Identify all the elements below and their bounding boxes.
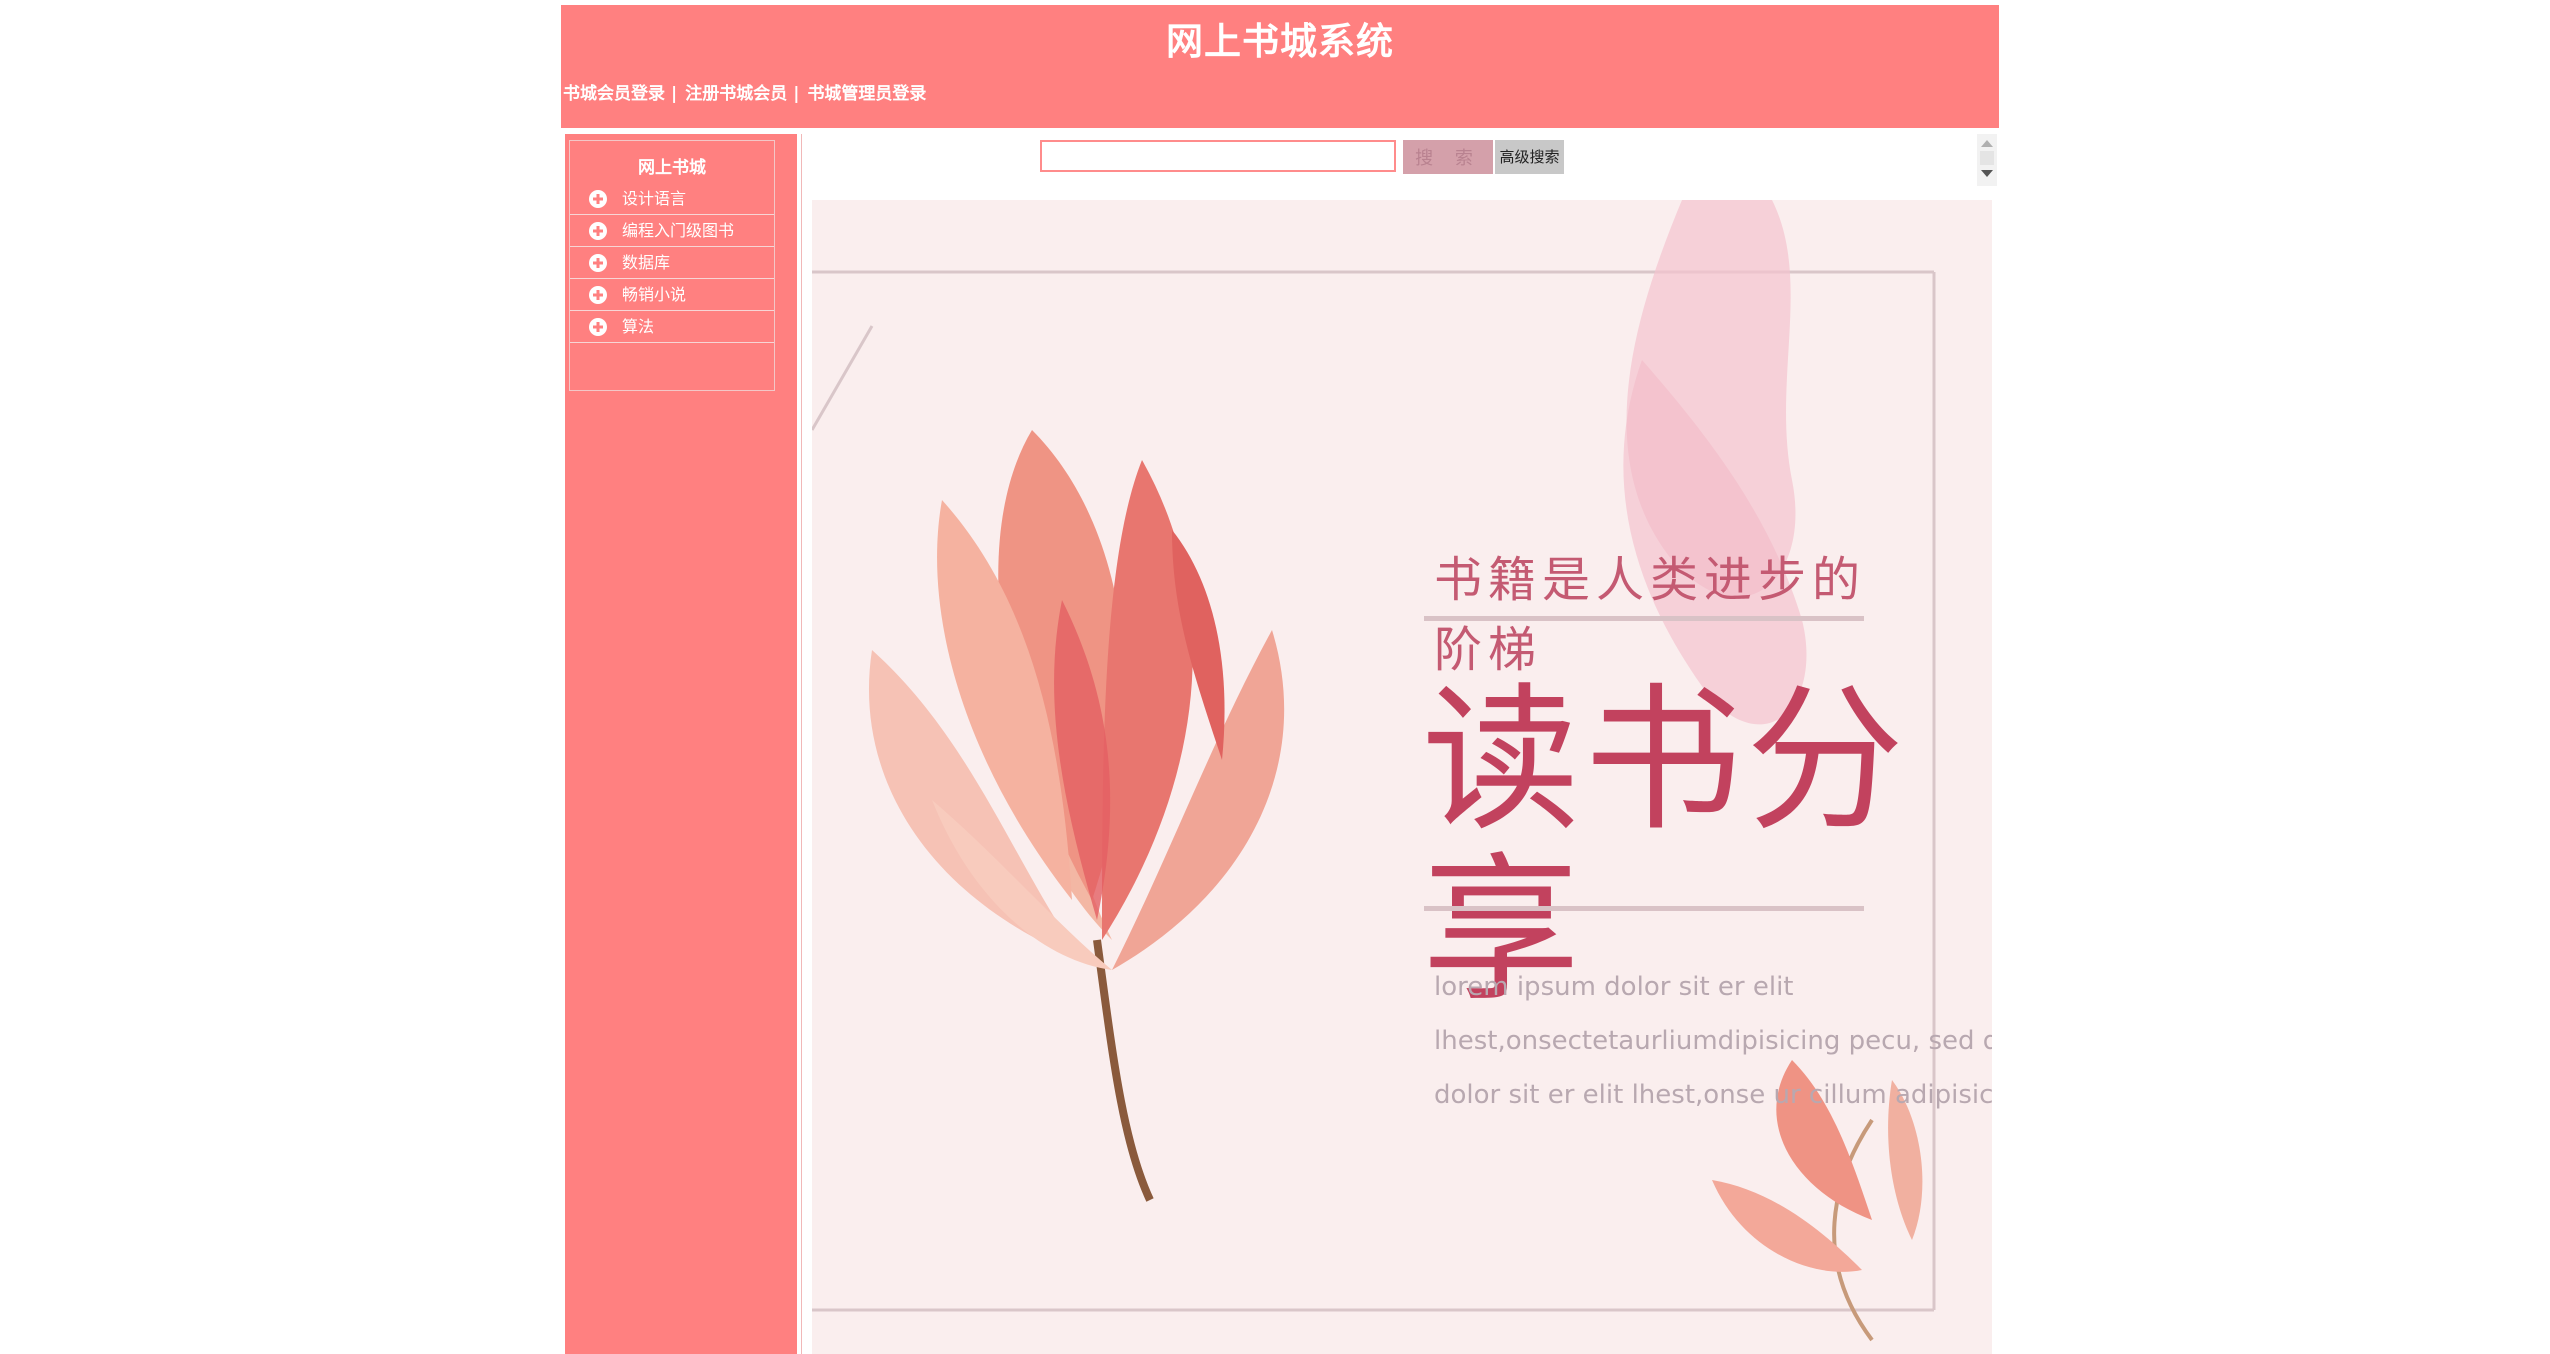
admin-login-link[interactable]: 书城管理员登录 — [807, 84, 926, 104]
sidebar-item-design-language[interactable]: 设计语言 — [570, 183, 774, 215]
sidebar-item-label: 数据库 — [622, 253, 671, 272]
plus-circle-icon — [589, 190, 607, 208]
page-frame: 网上书城系统 书城会员登录 | 注册书城会员 | 书城管理员登录 网上书城 设计语言 编… — [561, 5, 2000, 1354]
plus-circle-icon — [589, 254, 607, 272]
banner-lorem: lorem ipsum dolor sit er elit lhest,onse… — [1434, 960, 1992, 1122]
sidebar-item-label: 畅销小说 — [622, 285, 687, 304]
scroll-down-icon[interactable] — [1981, 170, 1993, 177]
scroll-thumb[interactable] — [1980, 151, 1994, 165]
sidebar-item-bestselling-novels[interactable]: 畅销小说 — [570, 279, 774, 311]
lorem-line: lorem ipsum dolor sit er elit — [1434, 972, 1794, 1002]
category-menu: 网上书城 设计语言 编程入门级图书 数据库 畅销小说 算法 — [569, 140, 775, 391]
sidebar-item-database[interactable]: 数据库 — [570, 247, 774, 279]
advanced-search-link[interactable]: 高级搜索 — [1495, 140, 1564, 174]
lorem-line: lhest,onsectetaurliumdipisicing pecu, se… — [1434, 1026, 1992, 1056]
register-member-link[interactable]: 注册书城会员 — [685, 84, 787, 104]
sidebar-item-label: 设计语言 — [622, 189, 687, 208]
menu-title: 网上书城 — [638, 158, 706, 178]
main-content: 搜 索 高级搜索 书籍是人类进步的阶梯 读书分享 lorem ipsum dol… — [801, 134, 2000, 1354]
top-nav: 书城会员登录 | 注册书城会员 | 书城管理员登录 — [563, 79, 926, 104]
scrollbar[interactable] — [1977, 134, 1997, 186]
promo-banner: 书籍是人类进步的阶梯 读书分享 lorem ipsum dolor sit er… — [812, 200, 1992, 1354]
nav-separator: | — [793, 84, 800, 104]
lorem-line: dolor sit er elit lhest,onse ur cillum a… — [1434, 1080, 1992, 1110]
search-button[interactable]: 搜 索 — [1403, 140, 1493, 174]
site-title: 网上书城系统 — [1166, 20, 1394, 63]
banner-divider — [1424, 616, 1864, 621]
sidebar-item-algorithms[interactable]: 算法 — [570, 311, 774, 343]
banner-heading: 书籍是人类进步的阶梯 — [1434, 552, 1867, 678]
sidebar-item-label: 算法 — [622, 317, 655, 336]
sidebar: 网上书城 设计语言 编程入门级图书 数据库 畅销小说 算法 — [565, 134, 797, 1354]
member-login-link[interactable]: 书城会员登录 — [563, 84, 665, 104]
scroll-up-icon[interactable] — [1981, 140, 1993, 147]
plus-circle-icon — [589, 286, 607, 304]
sidebar-item-programming-intro[interactable]: 编程入门级图书 — [570, 215, 774, 247]
plus-circle-icon — [589, 222, 607, 240]
site-header: 网上书城系统 书城会员登录 | 注册书城会员 | 书城管理员登录 — [561, 5, 1999, 128]
nav-separator: | — [671, 84, 678, 104]
banner-divider — [1424, 906, 1864, 911]
search-input[interactable] — [1040, 140, 1396, 172]
plus-circle-icon — [589, 318, 607, 336]
sidebar-item-label: 编程入门级图书 — [622, 221, 735, 240]
